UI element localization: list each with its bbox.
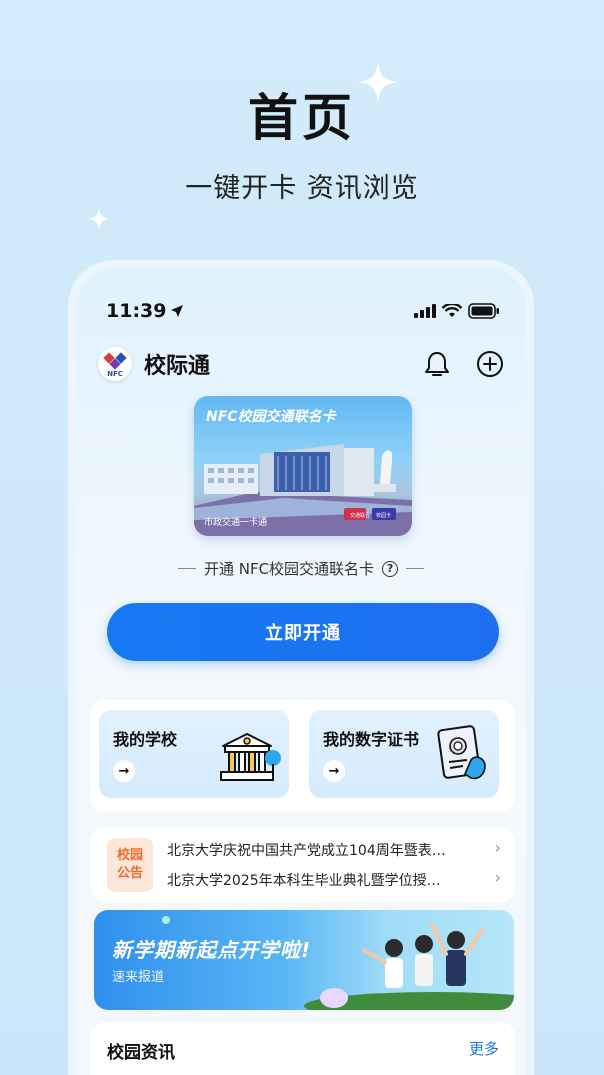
hint-divider-left [177, 568, 196, 569]
wifi-icon [442, 304, 462, 317]
app-header: NFC 校际通 [76, 342, 526, 386]
badge-line1: 校园 [116, 848, 143, 863]
phone-frame: 11:39 NFC 校际通 交通联合 校园卡 NFC校园交通联名卡 市政交通一卡… [68, 260, 534, 1075]
hero-title: 首页 [248, 89, 356, 147]
sparkle-icon [358, 62, 398, 102]
card-badge-2: 校园卡 [376, 512, 391, 519]
open-hint-text: 开通 NFC校园交通联名卡 [203, 560, 375, 578]
announcement-item[interactable]: 北京大学2025年本科生毕业典礼暨学位授… [167, 870, 487, 890]
open-hint: 开通 NFC校园交通联名卡 ? [76, 558, 526, 579]
promo-banner[interactable]: 新学期新起点开学啦! 速来报道 [94, 910, 514, 1010]
arrow-right-icon: → [323, 760, 345, 782]
battery-icon [468, 303, 499, 319]
bell-icon[interactable] [424, 350, 450, 378]
location-arrow-icon [171, 305, 184, 317]
badge-line2: 公告 [116, 866, 143, 881]
status-time: 11:39 [106, 300, 184, 322]
tile-label: 我的数字证书 [323, 730, 420, 749]
announcement-card: 校园 公告 北京大学庆祝中国共产党成立104周年暨表… › 北京大学2025年本… [91, 828, 515, 902]
arrow-right-icon: → [113, 760, 135, 782]
banner-subtitle: 速来报道 [112, 970, 165, 985]
status-bar: 11:39 [76, 296, 526, 326]
card-footer: 市政交通一卡通 [204, 518, 268, 528]
signal-icon [414, 304, 436, 318]
announcement-badge: 校园 公告 [107, 838, 153, 892]
help-icon[interactable]: ? [382, 560, 399, 577]
more-link[interactable]: 更多 [469, 1038, 499, 1059]
status-time-text: 11:39 [106, 300, 167, 322]
hero-subtitle: 一键开卡 资讯浏览 [185, 173, 419, 204]
chevron-right-icon: › [494, 868, 501, 887]
announcement-item[interactable]: 北京大学庆祝中国共产党成立104周年暨表… [167, 840, 487, 860]
campus-news-section: 校园资讯 更多 [91, 1022, 515, 1075]
app-logo: NFC [98, 347, 132, 381]
tile-digital-certificate[interactable]: 我的数字证书 → [309, 710, 499, 798]
nfc-card-image[interactable]: 交通联合 校园卡 NFC校园交通联名卡 市政交通一卡通 [194, 396, 412, 536]
chevron-right-icon: › [494, 838, 501, 857]
certificate-icon [437, 725, 486, 780]
school-building-icon [220, 733, 281, 781]
app-name: 校际通 [144, 354, 211, 379]
card-title: NFC校园交通联名卡 [206, 409, 336, 425]
card-badge-1: 交通联合 [350, 512, 370, 519]
section-title: 校园资讯 [107, 1043, 175, 1063]
add-icon[interactable] [476, 350, 504, 378]
shortcut-panel: 我的学校 → 我的数字证书 → [91, 700, 515, 812]
logo-text: NFC [107, 370, 123, 378]
tile-label: 我的学校 [113, 730, 178, 749]
sparkle-icon [88, 208, 110, 230]
activate-now-button[interactable]: 立即开通 [107, 603, 499, 661]
banner-title: 新学期新起点开学啦! [112, 938, 312, 962]
tile-my-school[interactable]: 我的学校 → [99, 710, 289, 798]
hint-divider-right [406, 568, 425, 569]
